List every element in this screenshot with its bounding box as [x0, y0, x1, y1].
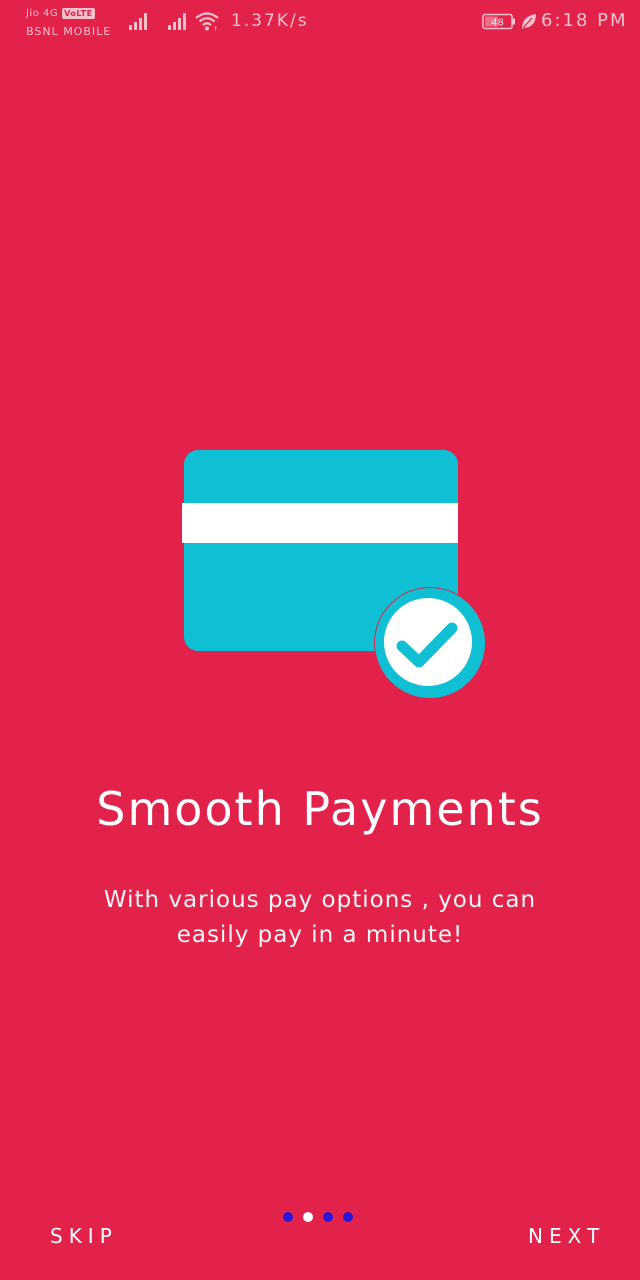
leaf-icon — [522, 14, 536, 29]
credit-card-check-icon — [182, 450, 486, 699]
battery-icon: 48 — [482, 13, 515, 30]
onboarding-title: Smooth Payments — [96, 782, 544, 836]
signal-icon — [168, 13, 186, 30]
network-speed: 1.37K/s — [231, 11, 309, 31]
carrier-primary: Jio 4G — [26, 7, 59, 19]
wifi-icon: ↑↓ — [195, 12, 220, 32]
page-indicator — [283, 1210, 363, 1224]
volte-badge: VoLTE — [62, 7, 95, 19]
page-dot-active — [303, 1212, 313, 1222]
svg-text:↑↓: ↑↓ — [213, 26, 220, 32]
page-dot — [323, 1212, 333, 1222]
status-bar: Jio 4G VoLTE BSNL MOBILE ↑↓ 1.37K/s — [0, 0, 640, 50]
onboarding-description: With various pay options , you can easil… — [103, 887, 537, 948]
carrier-info: Jio 4G VoLTE BSNL MOBILE — [26, 6, 121, 42]
next-button[interactable]: NEXT — [528, 1224, 605, 1248]
skip-button[interactable]: SKIP — [50, 1224, 118, 1248]
battery-level: 48 — [491, 18, 504, 29]
page-dot — [283, 1212, 293, 1222]
clock: 6:18 PM — [541, 10, 628, 31]
signal-icon — [129, 13, 147, 30]
carrier-secondary: BSNL MOBILE — [26, 25, 112, 38]
page-dot — [343, 1212, 353, 1222]
carrier-primary-row: Jio 4G VoLTE — [26, 6, 95, 20]
onboarding-screen: Jio 4G VoLTE BSNL MOBILE ↑↓ 1.37K/s — [0, 0, 640, 1280]
